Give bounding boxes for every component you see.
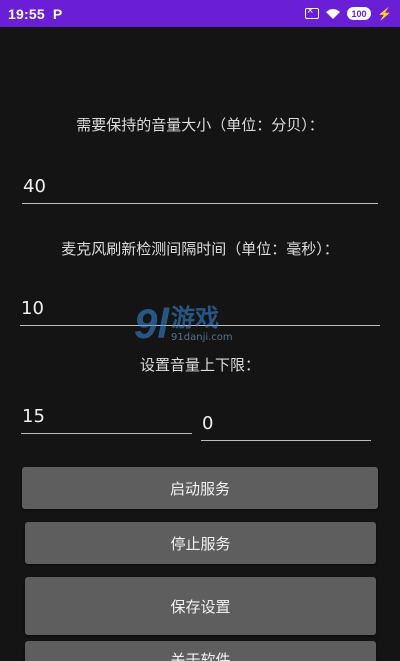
wifi-icon	[325, 8, 341, 20]
close-app-button[interactable]: 关于软件	[25, 641, 376, 661]
upper-limit-field[interactable]	[21, 398, 192, 434]
battery-icon: 100	[347, 7, 372, 20]
status-time: 19:55	[8, 5, 45, 22]
charging-bolt-icon: ⚡	[377, 6, 392, 21]
volume-field[interactable]	[22, 168, 378, 204]
watermark-url: 91danji.com	[171, 331, 233, 343]
upper-limit-input[interactable]	[21, 406, 192, 427]
app-badge-icon: P	[52, 5, 63, 22]
interval-label: 麦克风刷新检测间隔时间（单位：毫秒）：	[61, 240, 339, 258]
status-bar: 19:55 P 100 ⚡	[0, 0, 400, 27]
start-service-button[interactable]: 启动服务	[22, 467, 378, 509]
status-left: 19:55 P	[8, 6, 62, 22]
volume-label: 需要保持的音量大小（单位：分贝）：	[76, 116, 324, 134]
interval-field[interactable]	[20, 290, 380, 326]
lower-limit-field[interactable]	[201, 405, 371, 441]
interval-input[interactable]	[20, 298, 380, 319]
lower-limit-input[interactable]	[201, 413, 371, 434]
status-right: 100 ⚡	[305, 5, 392, 21]
stop-service-button[interactable]: 停止服务	[25, 522, 376, 564]
volume-input[interactable]	[22, 176, 378, 197]
save-settings-button[interactable]: 保存设置	[25, 577, 376, 635]
sim-off-icon	[305, 5, 320, 19]
limit-label: 设置音量上下限：	[139, 356, 260, 374]
